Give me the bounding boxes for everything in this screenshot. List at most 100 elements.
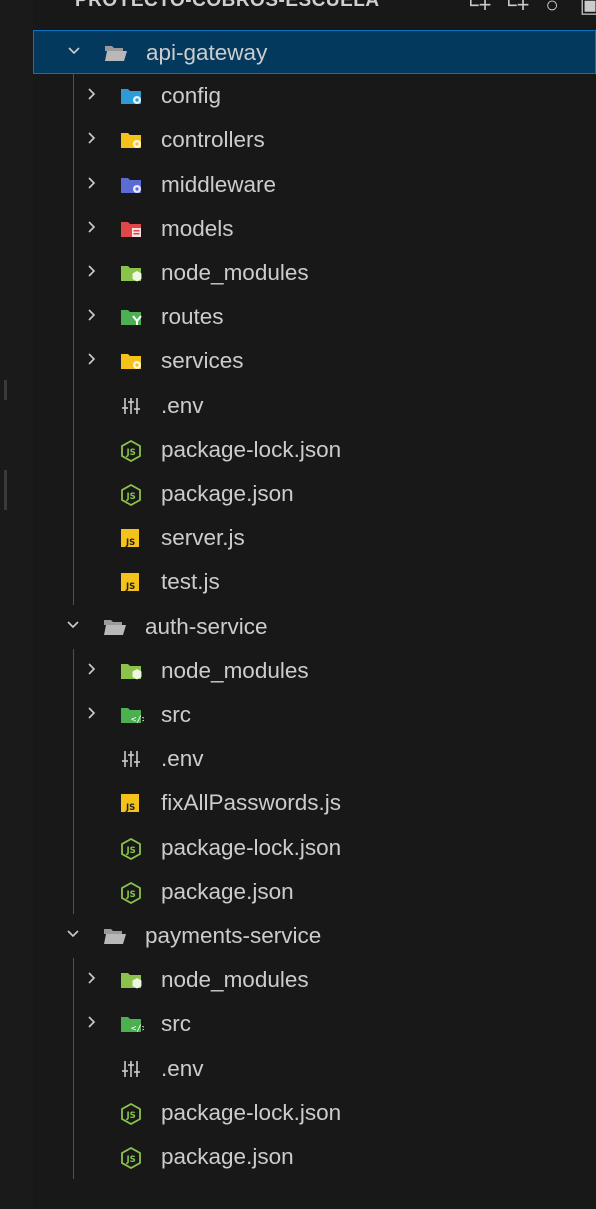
file-item[interactable]: JS fixAllPasswords.js (33, 781, 596, 825)
js-file-icon: JS (120, 793, 142, 813)
item-label: test.js (161, 569, 220, 595)
env-file-icon (120, 396, 142, 416)
indent-guide (73, 74, 74, 605)
chevron-right-icon[interactable] (85, 264, 97, 277)
svg-text:</>: </> (131, 715, 144, 725)
chevron-down-icon[interactable] (66, 618, 79, 630)
nodejs-file-icon: JS (120, 439, 142, 462)
env-file-icon (120, 1059, 142, 1079)
svg-text:JS: JS (126, 846, 136, 856)
folder-item[interactable]: services (33, 339, 596, 383)
js-file-icon: JS (120, 572, 142, 592)
item-label: src (161, 1011, 191, 1037)
workspace-title[interactable]: PROYECTO-COBROS-ESCUELA (75, 0, 380, 12)
file-item[interactable]: JS test.js (33, 560, 596, 604)
chevron-right-icon[interactable] (85, 971, 97, 984)
nodejs-file-icon: JS (120, 1102, 142, 1125)
file-item[interactable]: JS package-lock.json (33, 428, 596, 472)
chevron-right-icon[interactable] (85, 308, 97, 321)
folder-item[interactable]: auth-service (33, 605, 596, 649)
file-item[interactable]: JS server.js (33, 516, 596, 560)
chevron-down-icon[interactable] (67, 44, 80, 56)
sash-handle[interactable] (4, 470, 7, 510)
svg-text:</>: </> (131, 1024, 144, 1034)
item-label: package.json (161, 481, 294, 506)
nodejs-file-icon: JS (120, 837, 142, 860)
item-label: config (161, 83, 222, 109)
file-item[interactable]: JS package.json (33, 870, 596, 914)
file-item[interactable]: JS package.json (33, 1135, 596, 1179)
svg-text:JS: JS (126, 492, 136, 502)
file-item[interactable]: .env (33, 1047, 596, 1091)
folder-src-icon: </> (120, 1014, 144, 1034)
folder-item[interactable]: middleware (33, 163, 596, 207)
folder-item[interactable]: </> src (33, 693, 596, 737)
item-label: .env (161, 746, 204, 772)
svg-text:JS: JS (126, 448, 136, 458)
collapse-all-icon[interactable]: ▣ (577, 0, 596, 18)
item-label: server.js (161, 525, 245, 551)
js-file-icon: JS (120, 528, 142, 548)
item-label: payments-service (145, 923, 322, 948)
item-label: node_modules (161, 657, 309, 683)
item-label: node_modules (161, 967, 309, 993)
folder-item[interactable]: </> src (33, 1002, 596, 1046)
svg-text:JS: JS (126, 1155, 136, 1165)
item-label: .env (161, 392, 204, 418)
file-item[interactable]: JS package.json (33, 472, 596, 516)
svg-text:JS: JS (125, 803, 135, 813)
folder-item[interactable]: node_modules (33, 251, 596, 295)
item-label: node_modules (161, 260, 309, 285)
folder-item[interactable]: node_modules (33, 958, 596, 1002)
folder-src-icon: </> (120, 705, 144, 725)
explorer-actions: └+ └+ ○ ▣ (463, 0, 596, 18)
chevron-right-icon[interactable] (85, 706, 97, 719)
explorer-header: PROYECTO-COBROS-ESCUELA └+ └+ ○ ▣ (33, 0, 596, 20)
chevron-right-icon[interactable] (85, 1015, 97, 1028)
folder-item[interactable]: routes (33, 295, 596, 339)
item-label: fixAllPasswords.js (161, 790, 342, 816)
folder-node-icon (120, 263, 142, 283)
folder-item[interactable]: api-gateway (33, 30, 596, 74)
folder-item[interactable]: payments-service (33, 914, 596, 958)
chevron-right-icon[interactable] (85, 176, 97, 189)
file-item[interactable]: .env (33, 384, 596, 428)
file-item[interactable]: .env (33, 737, 596, 781)
item-label: .env (161, 1055, 204, 1081)
indent-guide (73, 648, 74, 914)
item-label: auth-service (145, 613, 268, 639)
nodejs-file-icon: JS (120, 484, 142, 506)
sash-handle[interactable] (4, 380, 7, 400)
file-item[interactable]: JS package-lock.json (33, 826, 596, 870)
chevron-right-icon[interactable] (85, 352, 97, 365)
file-item[interactable]: JS package-lock.json (33, 1091, 596, 1135)
refresh-icon[interactable]: ○ (539, 0, 565, 18)
item-label: package.json (161, 1144, 294, 1169)
folder-item[interactable]: controllers (33, 118, 596, 162)
svg-text:JS: JS (126, 1111, 136, 1121)
new-file-icon[interactable]: └+ (463, 0, 491, 18)
new-folder-icon[interactable]: └+ (501, 0, 529, 18)
svg-text:JS: JS (125, 538, 135, 548)
folder-middleware-icon (120, 175, 142, 195)
item-label: package-lock.json (161, 834, 342, 860)
folder-controllers-icon (120, 130, 142, 150)
chevron-right-icon[interactable] (85, 662, 97, 675)
svg-text:JS: JS (126, 890, 136, 900)
folder-routes-icon (120, 307, 142, 327)
folder-node-icon (120, 661, 142, 681)
folder-item[interactable]: node_modules (33, 649, 596, 693)
item-label: routes (161, 304, 224, 330)
folder-node-icon (120, 970, 142, 990)
folder-open-icon (103, 617, 126, 637)
indent-guide (73, 958, 74, 1180)
chevron-right-icon[interactable] (85, 220, 97, 233)
nodejs-file-icon: JS (120, 881, 142, 904)
item-label: api-gateway (146, 40, 268, 65)
folder-item[interactable]: models (33, 207, 596, 251)
folder-item[interactable]: config (33, 74, 596, 118)
chevron-down-icon[interactable] (66, 927, 79, 939)
chevron-right-icon[interactable] (85, 87, 97, 100)
svg-text:JS: JS (125, 582, 135, 592)
chevron-right-icon[interactable] (85, 131, 97, 144)
